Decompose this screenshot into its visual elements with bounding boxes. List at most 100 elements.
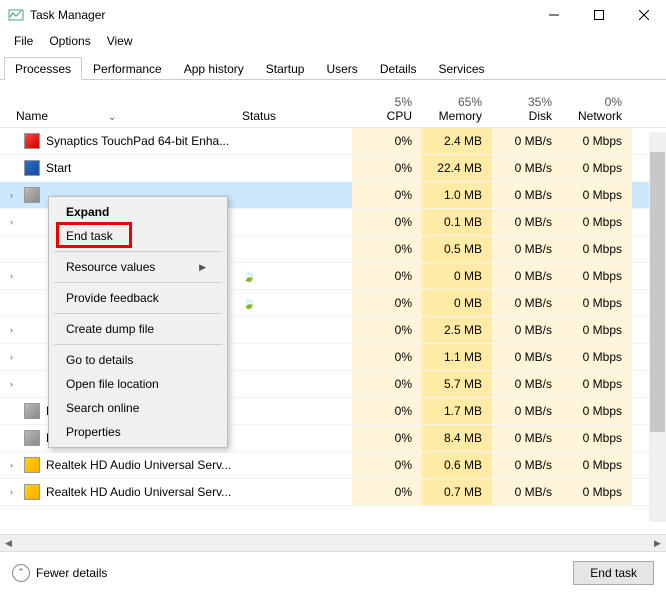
vertical-scrollbar[interactable] [649,132,666,522]
cell-cpu: 0% [352,452,422,478]
cell-memory: 1.7 MB [422,398,492,424]
process-name: Synaptics TouchPad 64-bit Enha... [46,134,229,148]
ctx-provide-feedback[interactable]: Provide feedback [52,286,224,310]
cell-disk: 0 MB/s [492,452,562,478]
cell-status: 🍃 [242,270,352,283]
tab-users[interactable]: Users [315,57,368,80]
scrollbar-thumb[interactable] [650,152,665,432]
cell-network: 0 Mbps [562,317,632,343]
header-cpu[interactable]: 5%CPU [352,95,422,123]
cell-disk: 0 MB/s [492,128,562,154]
header-name[interactable]: Name ⌄ [0,109,242,123]
cell-network: 0 Mbps [562,371,632,397]
expand-chevron-icon[interactable]: › [10,217,22,227]
ctx-properties[interactable]: Properties [52,420,224,444]
cell-network: 0 Mbps [562,344,632,370]
ctx-search-online[interactable]: Search online [52,396,224,420]
table-row[interactable]: Start0%22.4 MB0 MB/s0 Mbps [0,155,666,182]
header-network[interactable]: 0%Network [562,95,632,123]
fewer-details-button[interactable]: ⌃ Fewer details [12,564,107,582]
tab-startup[interactable]: Startup [255,57,316,80]
end-task-button[interactable]: End task [573,561,654,585]
cell-cpu: 0% [352,155,422,181]
ctx-open-file-location[interactable]: Open file location [52,372,224,396]
table-row[interactable]: ›Realtek HD Audio Universal Serv...0%0.6… [0,452,666,479]
cell-network: 0 Mbps [562,425,632,451]
table-row[interactable]: Synaptics TouchPad 64-bit Enha...0%2.4 M… [0,128,666,155]
ctx-create-dump-file[interactable]: Create dump file [52,317,224,341]
menu-view[interactable]: View [99,32,141,50]
suspended-leaf-icon: 🍃 [242,270,256,283]
minimize-button[interactable] [531,0,576,30]
cell-memory: 1.0 MB [422,182,492,208]
cell-disk: 0 MB/s [492,317,562,343]
cell-cpu: 0% [352,236,422,262]
cell-memory: 0 MB [422,290,492,316]
footer: ⌃ Fewer details End task [0,551,666,593]
cell-memory: 2.5 MB [422,317,492,343]
cell-memory: 5.7 MB [422,371,492,397]
separator [54,251,222,252]
cell-cpu: 0% [352,182,422,208]
tab-services[interactable]: Services [428,57,496,80]
cell-network: 0 Mbps [562,398,632,424]
cell-disk: 0 MB/s [492,479,562,505]
table-row[interactable]: ›Realtek HD Audio Universal Serv...0%0.7… [0,479,666,506]
close-button[interactable] [621,0,666,30]
ctx-end-task[interactable]: End task [52,224,224,248]
menubar: File Options View [0,30,666,52]
cell-memory: 0.6 MB [422,452,492,478]
cell-disk: 0 MB/s [492,236,562,262]
menu-file[interactable]: File [6,32,41,50]
process-icon [24,403,40,419]
scroll-right-icon[interactable]: ▶ [649,535,666,552]
expand-chevron-icon[interactable]: › [10,487,22,497]
tab-processes[interactable]: Processes [4,57,82,80]
expand-chevron-icon[interactable]: › [10,190,22,200]
cell-status: 🍃 [242,297,352,310]
cell-cpu: 0% [352,344,422,370]
process-name: Start [46,161,71,175]
tabs: Processes Performance App history Startu… [0,56,666,80]
expand-chevron-icon[interactable]: › [10,460,22,470]
menu-options[interactable]: Options [41,32,98,50]
process-icon [24,187,40,203]
cell-memory: 22.4 MB [422,155,492,181]
cell-cpu: 0% [352,128,422,154]
tab-performance[interactable]: Performance [82,57,173,80]
expand-chevron-icon[interactable]: › [10,379,22,389]
scroll-left-icon[interactable]: ◀ [0,535,17,552]
ctx-resource-values[interactable]: Resource values▶ [52,255,224,279]
ctx-expand[interactable]: Expand [52,200,224,224]
expand-chevron-icon[interactable]: › [10,352,22,362]
cell-disk: 0 MB/s [492,371,562,397]
chevron-up-icon: ⌃ [12,564,30,582]
header-disk[interactable]: 35%Disk [492,95,562,123]
cell-disk: 0 MB/s [492,209,562,235]
cell-disk: 0 MB/s [492,398,562,424]
expand-chevron-icon[interactable]: › [10,271,22,281]
process-icon [24,484,40,500]
tab-app-history[interactable]: App history [173,57,255,80]
cell-cpu: 0% [352,371,422,397]
horizontal-scrollbar[interactable]: ◀ ▶ [0,534,666,551]
cell-disk: 0 MB/s [492,344,562,370]
separator [54,282,222,283]
window-title: Task Manager [30,8,531,22]
process-icon [24,133,40,149]
context-menu: Expand End task Resource values▶ Provide… [48,196,228,448]
cell-cpu: 0% [352,398,422,424]
cell-disk: 0 MB/s [492,290,562,316]
tab-details[interactable]: Details [369,57,428,80]
cell-memory: 1.1 MB [422,344,492,370]
ctx-go-to-details[interactable]: Go to details [52,348,224,372]
titlebar: Task Manager [0,0,666,30]
maximize-button[interactable] [576,0,621,30]
expand-chevron-icon[interactable]: › [10,325,22,335]
sort-chevron-icon: ⌄ [108,112,116,123]
header-memory[interactable]: 65%Memory [422,95,492,123]
process-name: Realtek HD Audio Universal Serv... [46,485,231,499]
header-status[interactable]: Status [242,109,352,123]
cell-cpu: 0% [352,317,422,343]
cell-cpu: 0% [352,290,422,316]
